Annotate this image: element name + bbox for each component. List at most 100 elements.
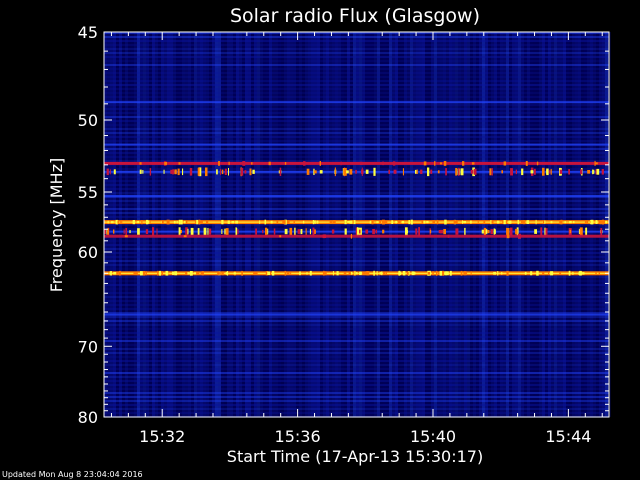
burst-mark <box>152 162 154 165</box>
spectrogram-band <box>104 234 609 238</box>
burst-mark <box>432 271 434 276</box>
burst-mark <box>453 219 456 225</box>
burst-mark <box>117 220 119 224</box>
burst-mark <box>283 220 286 225</box>
burst-mark <box>497 271 499 276</box>
burst-mark <box>534 168 536 175</box>
burst-mark <box>331 229 335 234</box>
burst-mark <box>381 271 383 276</box>
noise-row <box>104 388 609 390</box>
burst-mark <box>306 272 308 275</box>
burst-mark <box>412 272 416 275</box>
noise-row <box>104 188 609 190</box>
burst-mark <box>206 221 209 224</box>
burst-mark <box>445 168 447 176</box>
burst-mark <box>344 219 347 225</box>
burst-mark <box>560 219 563 225</box>
burst-mark <box>433 220 436 224</box>
burst-mark <box>272 272 274 275</box>
burst-mark <box>510 227 513 236</box>
burst-mark <box>228 161 230 166</box>
burst-mark <box>372 229 375 235</box>
burst-mark <box>455 228 459 235</box>
burst-mark <box>540 227 543 236</box>
burst-mark <box>384 220 388 224</box>
burst-mark <box>460 270 463 276</box>
burst-mark <box>353 220 356 225</box>
burst-mark <box>332 271 334 276</box>
noise-row <box>104 244 609 246</box>
burst-mark <box>568 270 571 276</box>
burst-mark <box>137 228 140 235</box>
noise-row <box>104 296 609 298</box>
burst-mark <box>550 221 553 224</box>
x-tick-label: 15:36 <box>275 427 321 446</box>
noise-row <box>104 276 609 278</box>
noise-row <box>104 176 609 178</box>
burst-mark <box>584 220 587 224</box>
noise-row <box>104 352 609 354</box>
burst-mark <box>240 169 243 174</box>
burst-mark <box>289 227 293 236</box>
burst-mark <box>319 170 323 174</box>
burst-mark <box>430 169 433 174</box>
spectrogram-band <box>104 194 609 197</box>
burst-mark <box>157 270 159 276</box>
burst-mark <box>116 271 119 275</box>
burst-mark <box>405 230 408 234</box>
burst-mark <box>196 219 199 225</box>
burst-mark <box>197 271 200 275</box>
burst-mark <box>506 227 508 236</box>
burst-mark <box>501 170 503 174</box>
burst-mark <box>336 271 339 276</box>
burst-mark <box>299 271 301 276</box>
noise-row <box>104 404 609 406</box>
burst-mark <box>545 228 548 236</box>
burst-mark <box>145 229 149 234</box>
burst-mark <box>605 220 608 224</box>
burst-mark <box>187 228 189 235</box>
burst-mark <box>569 221 572 224</box>
burst-mark <box>349 169 353 175</box>
burst-mark <box>106 168 109 176</box>
burst-mark <box>316 220 319 224</box>
burst-mark <box>329 220 333 224</box>
noise-row <box>104 332 609 334</box>
noise-row <box>104 252 609 254</box>
burst-mark <box>391 220 394 224</box>
burst-mark <box>309 270 312 276</box>
burst-mark <box>362 272 365 275</box>
noise-row <box>104 300 609 302</box>
y-tick-label: 60 <box>78 243 98 262</box>
burst-mark <box>221 219 224 225</box>
burst-mark <box>568 169 570 175</box>
burst-mark <box>460 168 464 176</box>
noise-row <box>104 264 609 266</box>
noise-row <box>104 292 609 294</box>
burst-mark <box>286 220 290 224</box>
burst-mark <box>536 161 539 166</box>
burst-mark <box>270 220 273 224</box>
noise-row <box>104 260 609 262</box>
noise-row <box>104 136 609 138</box>
burst-mark <box>137 221 140 224</box>
burst-mark <box>548 271 550 275</box>
updated-timestamp: Updated Mon Aug 8 23:04:04 2016 <box>2 470 143 479</box>
noise-row <box>104 92 609 94</box>
burst-mark <box>485 229 488 234</box>
noise-row <box>104 408 609 410</box>
burst-mark <box>503 161 507 166</box>
noise-row <box>104 72 609 74</box>
noise-row <box>104 364 609 366</box>
noise-row <box>104 348 609 350</box>
burst-mark <box>515 169 517 175</box>
burst-mark <box>227 220 230 224</box>
burst-mark <box>297 229 300 234</box>
burst-mark <box>237 229 239 234</box>
burst-mark <box>447 234 450 238</box>
burst-mark <box>493 272 496 275</box>
burst-mark <box>489 168 492 176</box>
burst-mark <box>582 272 585 275</box>
noise-row <box>104 212 609 214</box>
burst-mark <box>491 220 494 224</box>
